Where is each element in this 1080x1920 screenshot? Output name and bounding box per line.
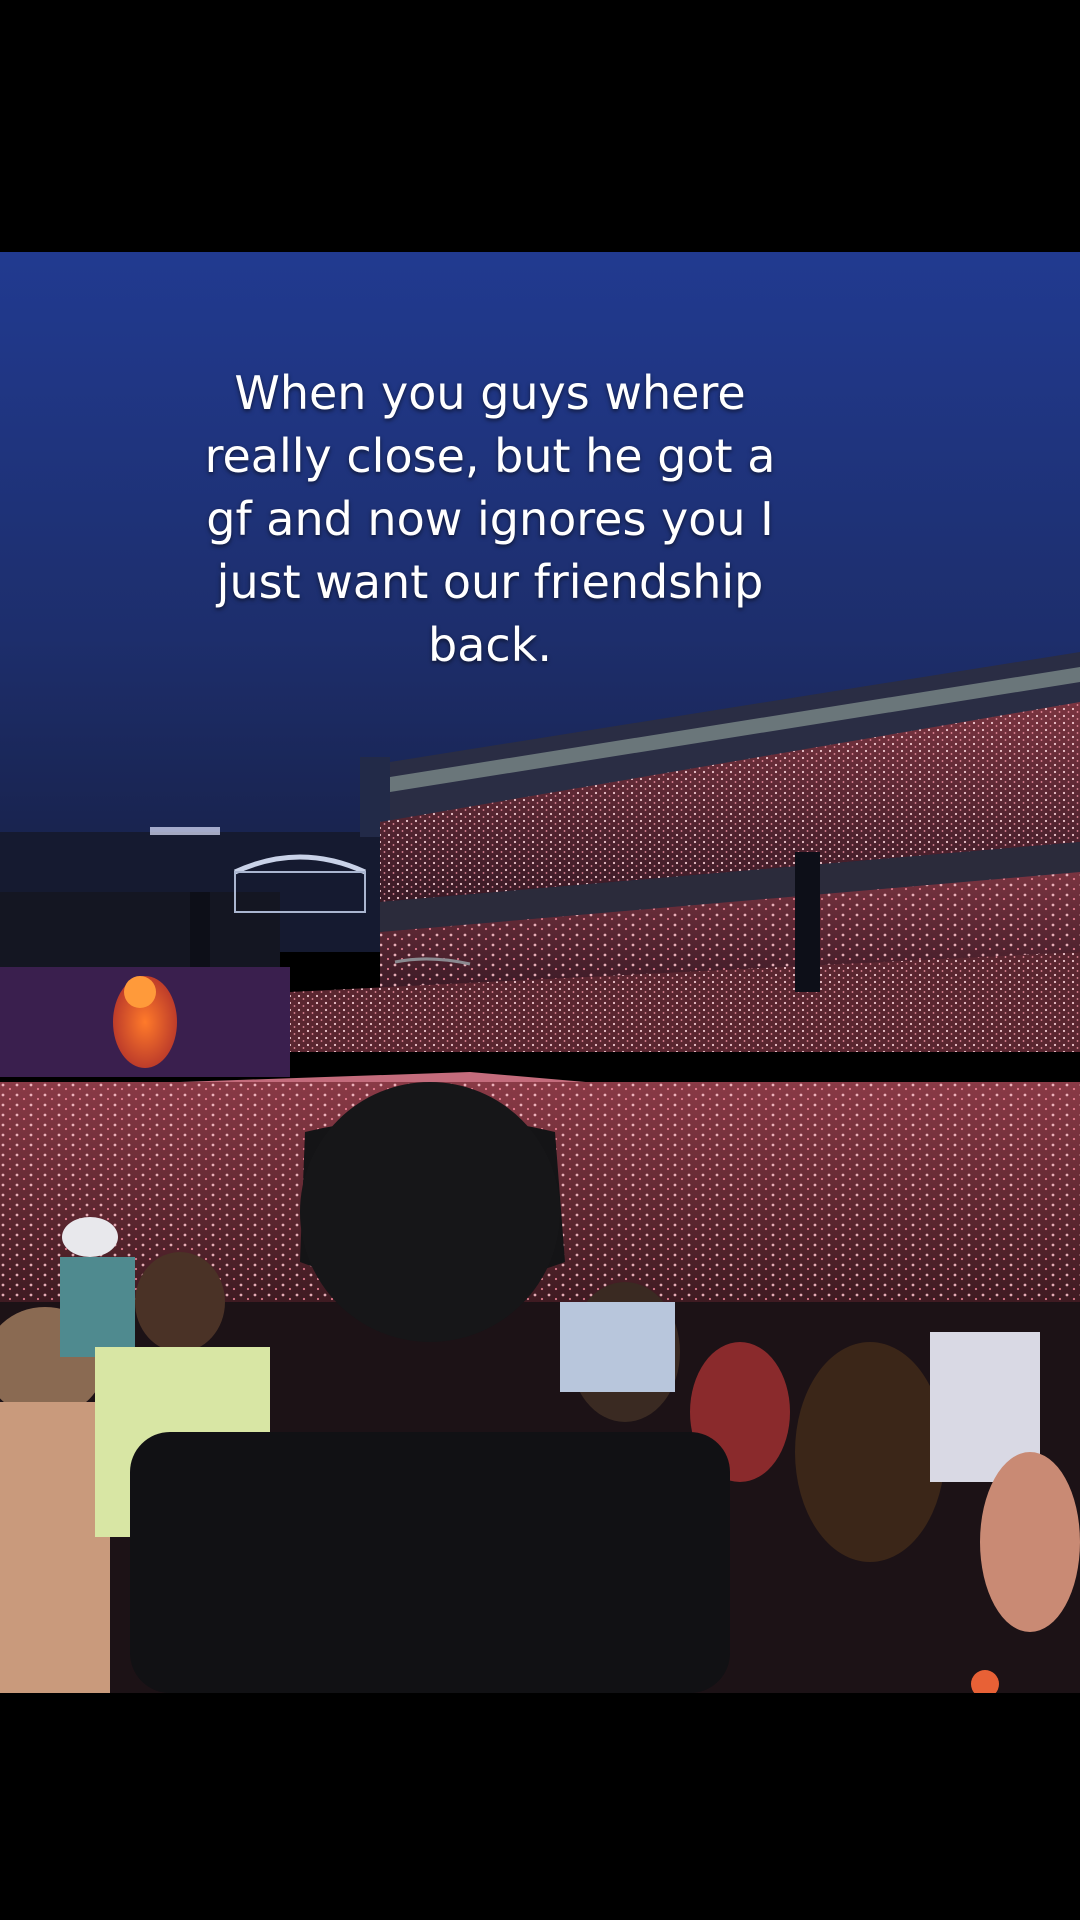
caption-line: gf and now ignores you I	[206, 492, 774, 546]
letterbox-bottom	[0, 1693, 1080, 1920]
caption-line: When you guys where	[234, 366, 746, 420]
caption-line: really close, but he got a	[204, 429, 776, 483]
caption-line: just want our friendship	[216, 555, 764, 609]
caption-line: back.	[428, 618, 552, 672]
caption-overlay: When you guys where really close, but he…	[150, 362, 830, 677]
letterbox-top	[0, 0, 1080, 252]
